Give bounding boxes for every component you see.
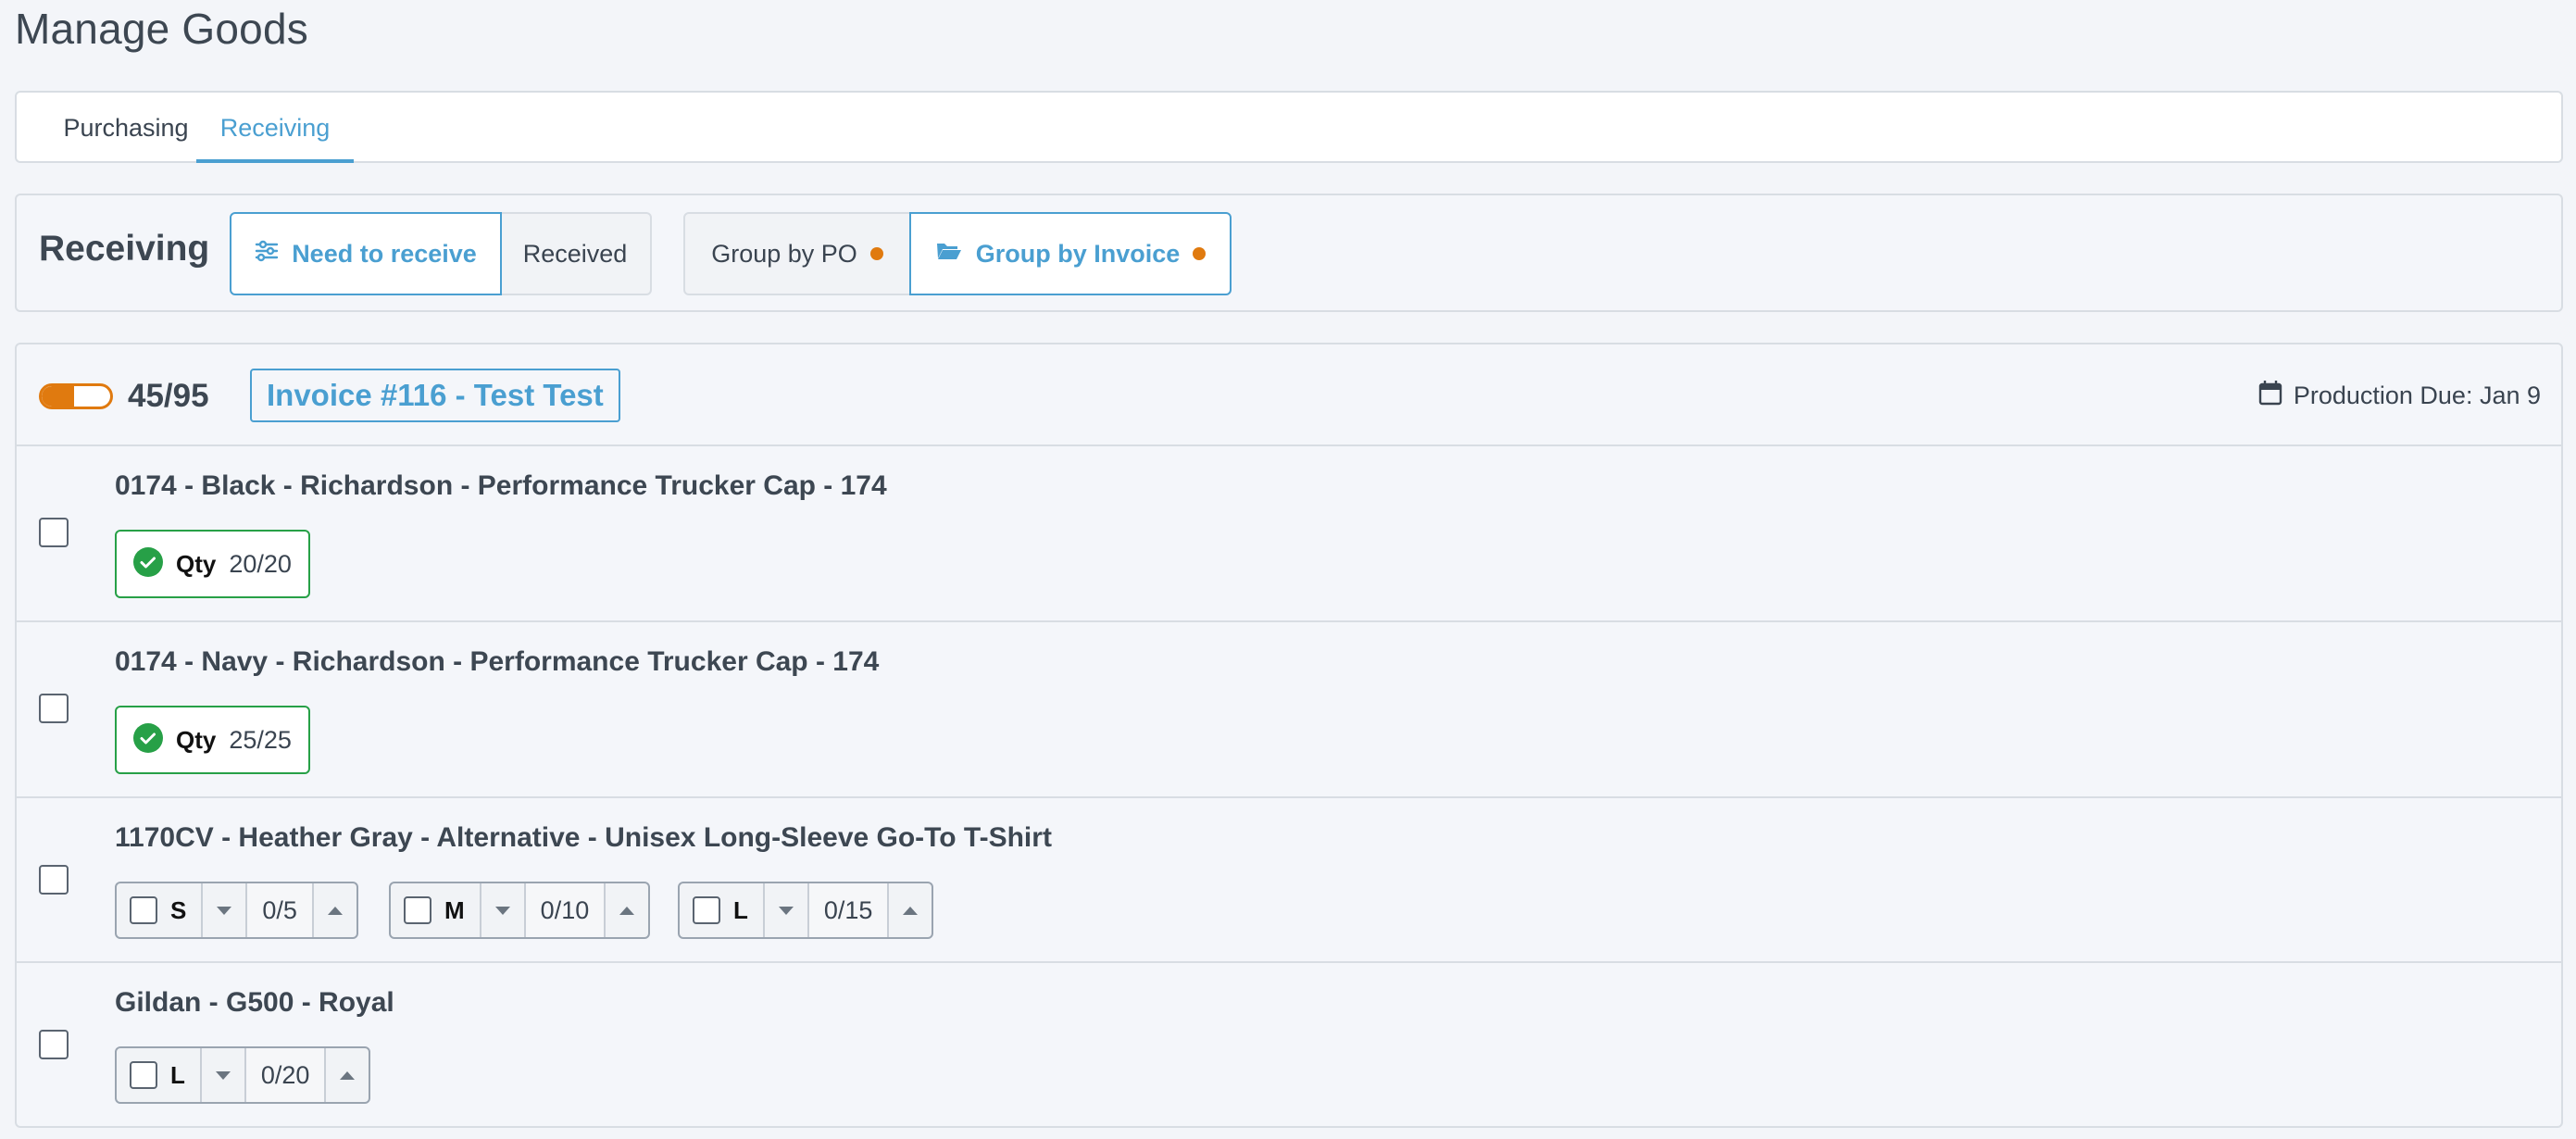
list-item: 0174 - Navy - Richardson - Performance T… [17,622,2561,798]
decrement-button[interactable] [201,883,245,937]
invoice-header: 45/95 Invoice #116 - Test Test Productio… [17,344,2561,446]
row-checkbox[interactable] [39,694,69,723]
decrement-button[interactable] [199,1048,244,1102]
qty-badge: Qty 25/25 [115,706,310,774]
size-stepper-l: L 0/20 [115,1046,371,1104]
progress-fill [42,386,74,407]
group-by-invoice-label: Group by Invoice [975,239,1181,268]
receiving-title: Receiving [39,229,210,269]
qty-value: 25/25 [229,725,292,754]
tab-purchasing[interactable]: Purchasing [44,93,207,163]
check-circle-icon [133,546,163,582]
tabs-bar: Purchasing Receiving [15,91,2563,163]
increment-button[interactable] [604,883,648,937]
size-stepper-l: L 0/15 [678,882,934,939]
size-label: L [170,1060,185,1089]
row-checkbox[interactable] [39,1030,69,1059]
invoice-link[interactable]: Invoice #116 - Test Test [250,369,620,422]
size-stepper-s: S 0/5 [115,882,358,939]
size-checkbox[interactable] [404,896,431,924]
caret-up-icon [619,906,635,915]
tab-receiving[interactable]: Receiving [196,93,354,163]
caret-down-icon [778,906,794,915]
caret-down-icon [215,1070,231,1080]
size-qty-value: 0/15 [807,883,888,937]
sliders-icon [255,240,279,269]
progress-count: 45/95 [128,378,209,414]
row-checkbox[interactable] [39,865,69,895]
increment-button[interactable] [324,1048,369,1102]
group-by-po-label: Group by PO [711,239,857,268]
caret-down-icon [494,906,510,915]
item-title: 0174 - Black - Richardson - Performance … [115,470,887,501]
list-item: 0174 - Black - Richardson - Performance … [17,446,2561,622]
item-title: 0174 - Navy - Richardson - Performance T… [115,646,880,677]
production-due-label: Production Due: Jan 9 [2293,382,2541,409]
size-label: L [733,895,748,924]
check-circle-icon [133,722,163,757]
decrement-button[interactable] [762,883,807,937]
received-label: Received [522,239,628,268]
increment-button[interactable] [311,883,356,937]
qty-badge: Qty 20/20 [115,530,310,598]
need-to-receive-label: Need to receive [292,239,477,268]
progress-toggle[interactable] [39,383,113,409]
status-dot [1193,247,1207,260]
status-dot [869,247,883,260]
qty-label: Qty [176,725,217,754]
invoice-card: 45/95 Invoice #116 - Test Test Productio… [15,343,2563,1128]
row-checkbox[interactable] [39,518,69,547]
production-due: Production Due: Jan 9 [2258,380,2541,412]
caret-up-icon [903,906,919,915]
size-label: S [170,895,187,924]
size-checkbox[interactable] [130,1061,157,1089]
size-stepper-m: M 0/10 [389,882,651,939]
increment-button[interactable] [887,883,932,937]
group-by-po-button[interactable]: Group by PO [683,212,911,295]
list-item: 1170CV - Heather Gray - Alternative - Un… [17,798,2561,963]
size-qty-value: 0/5 [245,883,312,937]
qty-value: 20/20 [229,549,292,578]
decrement-button[interactable] [479,883,524,937]
caret-up-icon [327,906,343,915]
size-qty-value: 0/10 [523,883,605,937]
page-title: Manage Goods [15,5,308,53]
need-to-receive-button[interactable]: Need to receive [230,212,502,295]
list-item: Gildan - G500 - Royal L 0/20 [17,963,2561,1126]
item-title: 1170CV - Heather Gray - Alternative - Un… [115,822,1052,853]
received-button[interactable]: Received [500,212,652,295]
size-checkbox[interactable] [130,896,157,924]
item-title: Gildan - G500 - Royal [115,987,394,1018]
size-checkbox[interactable] [693,896,720,924]
receiving-toolbar: Receiving Need to receive Received Group… [15,194,2563,312]
folder-open-icon [935,240,963,269]
caret-up-icon [340,1070,356,1080]
group-by-invoice-button[interactable]: Group by Invoice [909,212,1232,295]
caret-down-icon [217,906,232,915]
size-qty-value: 0/20 [244,1048,325,1102]
size-label: M [444,895,465,924]
qty-label: Qty [176,549,217,578]
calendar-icon [2258,380,2282,412]
